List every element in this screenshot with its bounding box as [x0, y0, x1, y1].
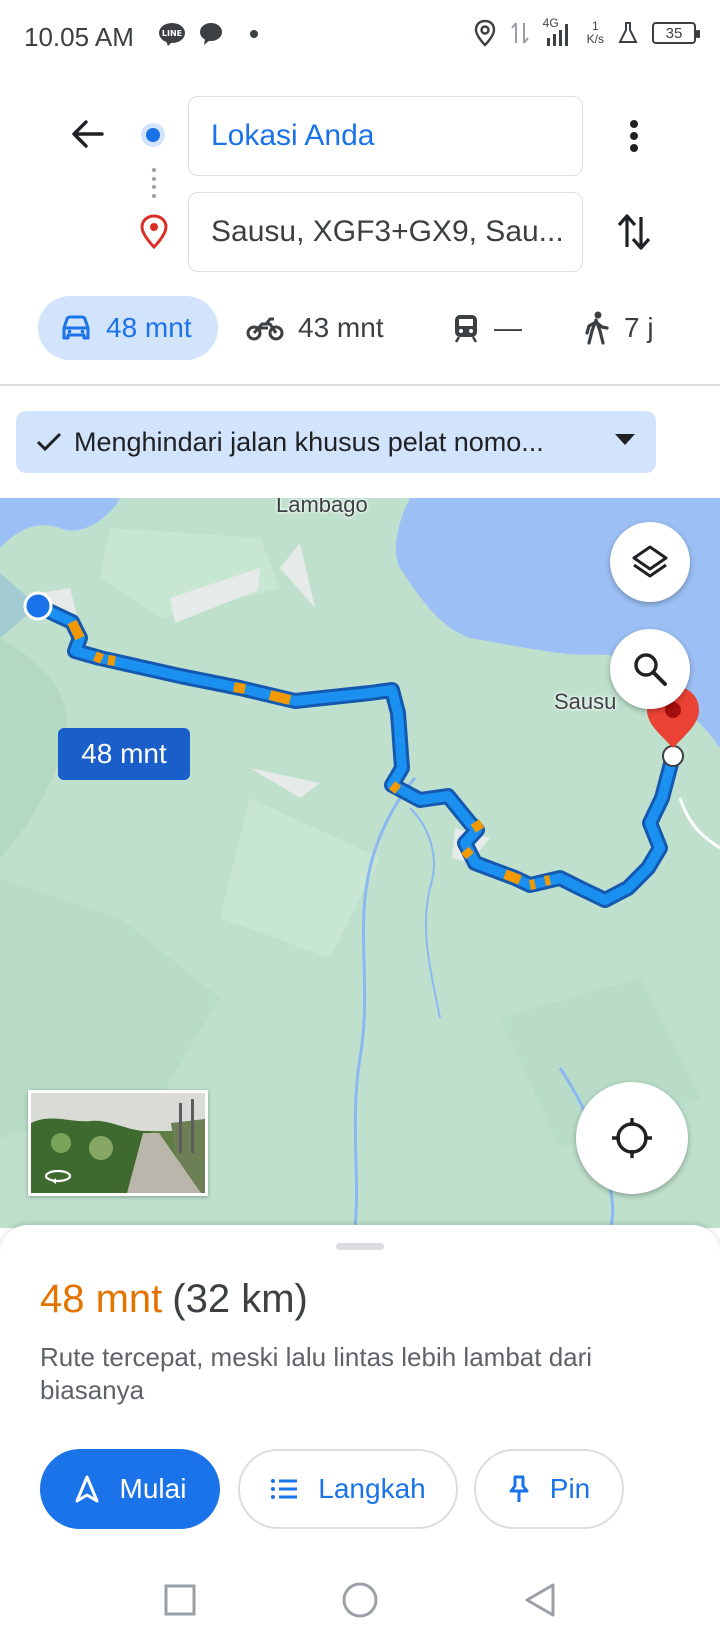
street-view-thumbnail[interactable]: [28, 1090, 208, 1196]
start-button[interactable]: Mulai: [40, 1449, 220, 1529]
river-1: [353, 777, 417, 1228]
more-vert-icon: [630, 120, 638, 152]
river-4: [678, 797, 720, 850]
swap-vert-icon: [617, 214, 651, 250]
mode-motorcycle-label: 43 mnt: [298, 312, 384, 343]
mode-car-label: 48 mnt: [106, 312, 192, 343]
route-distance: (32 km): [172, 1277, 308, 1321]
coast-left: [0, 498, 120, 548]
route-description: Rute tercepat, meski lalu lintas lebih l…: [40, 1342, 593, 1405]
status-bar: 10.05 AM LINE 4G 1 K/s 35: [0, 0, 720, 72]
my-location-button[interactable]: [576, 1082, 688, 1194]
route-time-badge[interactable]: 48 mnt: [58, 728, 190, 780]
route-summary: 48 mnt (32 km): [40, 1277, 308, 1322]
car-icon: [62, 315, 90, 340]
back-nav-button[interactable]: [516, 1576, 564, 1624]
destination-text: Sausu, XGF3+GX9, Sau...: [211, 215, 564, 248]
pin-button[interactable]: Pin: [474, 1449, 624, 1529]
battery-icon: 35: [652, 22, 700, 44]
speed-unit: K/s: [586, 32, 604, 46]
search-along-route-button[interactable]: [610, 629, 690, 709]
place-label-sausu: Sausu: [554, 689, 617, 714]
status-time: 10.05 AM: [24, 22, 134, 52]
layers-button[interactable]: [610, 522, 690, 602]
check-icon: [36, 432, 62, 452]
sheet-drag-handle[interactable]: [336, 1243, 384, 1250]
circle-icon: [342, 1582, 378, 1618]
more-options-button[interactable]: [612, 112, 656, 160]
route-time-badge-label: 48 mnt: [81, 738, 167, 769]
notification-icons: LINE: [158, 22, 262, 46]
destination-field[interactable]: Sausu, XGF3+GX9, Sau...: [188, 192, 583, 272]
place-label-lambago: Lambago: [276, 498, 368, 517]
navigation-arrow-icon: [75, 1475, 99, 1503]
origin-text: Lokasi Anda: [211, 119, 375, 152]
route-options-label: Menghindari jalan khusus pelat nomo...: [74, 426, 544, 457]
mode-transit-label: —: [494, 312, 522, 343]
travel-modes: 48 mnt 43 mnt — 7 j: [0, 296, 720, 360]
dropdown-caret-icon: [615, 434, 635, 445]
origin-field[interactable]: Lokasi Anda: [188, 96, 583, 176]
route-actions: Mulai Langkah Pin: [0, 1449, 720, 1529]
recents-button[interactable]: [156, 1576, 204, 1624]
mode-walk-label: 7 j: [624, 312, 654, 343]
list-icon: [271, 1479, 298, 1499]
origin-dot-icon: [141, 123, 165, 147]
river-2: [409, 807, 441, 1019]
route-duration: 48 mnt: [40, 1277, 163, 1321]
back-button[interactable]: [62, 108, 114, 160]
route-options-chip[interactable]: Menghindari jalan khusus pelat nomo...: [16, 411, 656, 473]
origin-location-dot: [23, 591, 53, 621]
steps-button-label: Langkah: [318, 1473, 426, 1504]
pin-button-label: Pin: [549, 1473, 591, 1504]
data-arrows-icon: [510, 22, 529, 44]
pushpin-icon: [509, 1475, 529, 1502]
status-right-icons: 4G 1 K/s 35: [473, 16, 700, 48]
location-icon: [474, 19, 495, 47]
walk-icon: [585, 311, 609, 345]
mode-car[interactable]: 48 mnt: [38, 296, 218, 360]
train-icon: [454, 315, 478, 343]
flask-icon: [618, 22, 638, 43]
steps-button[interactable]: Langkah: [238, 1449, 458, 1529]
motorcycle-icon: [246, 317, 284, 341]
chat-bubble-icon: [200, 23, 222, 45]
system-navigation-bar: [0, 1560, 720, 1640]
signal-4g: 4G: [543, 16, 573, 48]
more-notifications-dot-icon: [250, 30, 258, 38]
rotate-360-icon: [44, 1169, 72, 1184]
map-view[interactable]: Lambago Sausu 48 mnt: [0, 498, 720, 1228]
destination-pin-icon: [140, 214, 168, 250]
start-button-label: Mulai: [119, 1473, 187, 1504]
search-icon: [634, 653, 667, 686]
swap-button[interactable]: [610, 208, 658, 256]
route-connector-dots: [152, 168, 156, 198]
header-divider: [0, 384, 720, 386]
my-location-icon: [612, 1118, 652, 1158]
triangle-back-icon: [525, 1583, 555, 1617]
square-icon: [164, 1584, 196, 1616]
arrow-back-icon: [72, 120, 104, 148]
mode-transit[interactable]: —: [452, 296, 522, 360]
signal-bars-icon: [546, 24, 568, 46]
mode-walk[interactable]: 7 j: [584, 296, 654, 360]
network-speed: 1 K/s: [587, 20, 604, 46]
mode-motorcycle[interactable]: 43 mnt: [246, 296, 384, 360]
line-app-icon: LINE: [159, 23, 185, 46]
svg-text:LINE: LINE: [162, 29, 182, 38]
battery-level: 35: [665, 24, 683, 42]
layers-icon: [632, 545, 668, 578]
home-button[interactable]: [336, 1576, 384, 1624]
